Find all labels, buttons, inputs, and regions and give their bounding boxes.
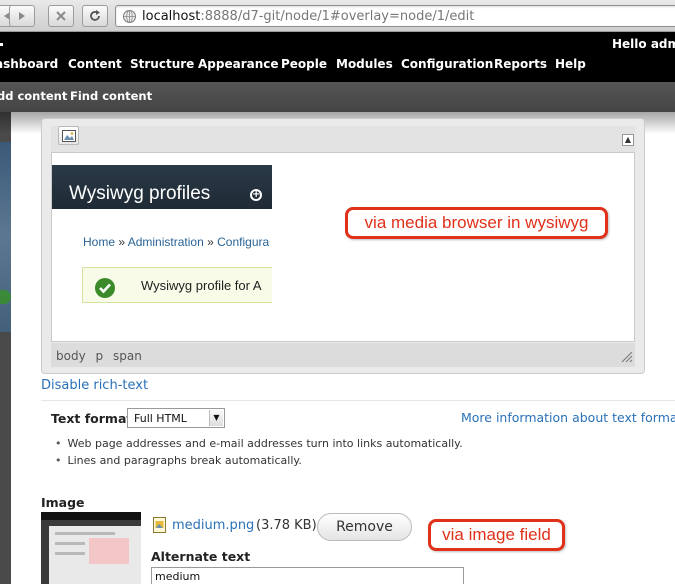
text-format-label: Text format xyxy=(51,411,133,426)
menu-modules[interactable]: Modules xyxy=(336,57,393,71)
embedded-title: Wysiwyg profiles xyxy=(69,183,211,204)
image-field-label: Image xyxy=(41,495,85,510)
menu-dashboard[interactable]: ashboard xyxy=(0,57,58,71)
element-path: body p span xyxy=(56,349,148,363)
path-span[interactable]: span xyxy=(113,349,142,363)
close-icon xyxy=(56,11,66,21)
reload-button[interactable] xyxy=(82,5,108,27)
media-browser-button[interactable] xyxy=(58,126,79,145)
menu-content[interactable]: Content xyxy=(68,57,122,71)
editor-toolbar xyxy=(51,126,635,152)
alt-text-label: Alternate text xyxy=(151,549,251,564)
shortcut-add-content[interactable]: dd content xyxy=(0,89,67,103)
plus-circle-icon: + xyxy=(250,189,262,201)
checkmark-icon xyxy=(95,278,115,298)
file-size: (3.78 KB) xyxy=(256,518,317,533)
screen: localhost:8888/d7-git/node/1#overlay=nod… xyxy=(0,0,675,584)
address-bar[interactable]: localhost:8888/d7-git/node/1#overlay=nod… xyxy=(115,5,675,27)
image-icon xyxy=(61,129,76,142)
path-body[interactable]: body xyxy=(56,349,86,363)
reload-icon xyxy=(90,10,100,21)
forward-button[interactable] xyxy=(9,5,35,27)
menu-structure[interactable]: Structure xyxy=(130,57,194,71)
image-thumbnail[interactable] xyxy=(41,512,141,584)
annotation-image-field: via image field xyxy=(428,519,565,551)
text-format-tip: Web page addresses and e-mail addresses … xyxy=(55,437,463,450)
user-greeting[interactable]: Hello admir xyxy=(612,37,675,51)
background-page xyxy=(0,112,11,584)
alt-text-input[interactable]: medium xyxy=(151,567,464,584)
chevron-down-icon: ▼ xyxy=(209,410,223,426)
stop-button[interactable] xyxy=(48,5,74,27)
shortcut-find-content[interactable]: Find content xyxy=(70,89,152,103)
resize-grip-icon[interactable] xyxy=(620,350,633,363)
menu-help[interactable]: Help xyxy=(555,57,586,71)
embedded-breadcrumb: Home » Administration » Configura xyxy=(83,235,270,249)
url-text: localhost:8888/d7-git/node/1#overlay=nod… xyxy=(142,9,475,24)
embedded-status-message: Wysiwyg profile for A xyxy=(82,267,272,303)
forward-arrow-icon xyxy=(19,12,25,20)
text-format-more-info-link[interactable]: More information about text formats xyxy=(461,410,675,425)
toolbar-home-icon[interactable] xyxy=(0,43,3,46)
menu-configuration[interactable]: Configuration xyxy=(401,57,493,71)
path-p[interactable]: p xyxy=(96,349,104,363)
menu-people[interactable]: People xyxy=(281,57,327,71)
image-file-icon xyxy=(153,517,166,533)
collapse-toolbar-button[interactable]: ▲ xyxy=(622,134,634,146)
menu-reports[interactable]: Reports xyxy=(494,57,547,71)
globe-icon xyxy=(123,10,136,23)
disable-rich-text-link[interactable]: Disable rich-text xyxy=(41,378,148,393)
embedded-image[interactable]: Wysiwyg profiles + Home » Administration… xyxy=(52,165,272,305)
remove-button[interactable]: Remove xyxy=(317,513,412,541)
text-format-tip: Lines and paragraphs break automatically… xyxy=(55,454,302,467)
menu-appearance[interactable]: Appearance xyxy=(198,57,279,71)
file-link[interactable]: medium.png xyxy=(172,518,254,533)
annotation-media-browser: via media browser in wysiwyg xyxy=(345,207,608,239)
text-format-select[interactable]: Full HTML ▼ xyxy=(127,408,225,428)
